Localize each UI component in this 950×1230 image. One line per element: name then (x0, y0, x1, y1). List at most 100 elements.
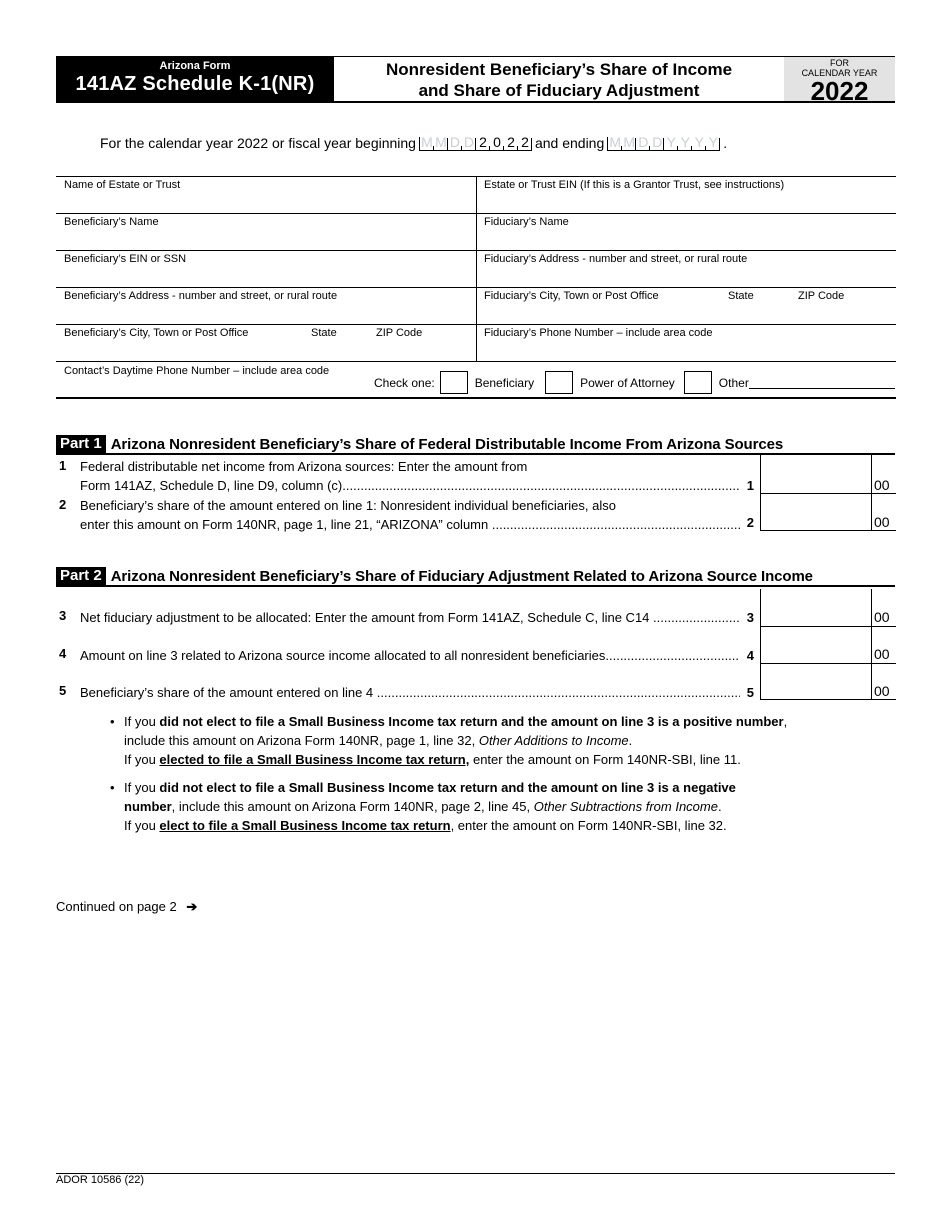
tax-year-block: FOR CALENDAR YEAR 2022 (784, 56, 895, 104)
field-label: Fiduciary’s Name (484, 216, 569, 228)
end-day-digit: D (652, 134, 665, 150)
end-year-digit: Y (706, 134, 721, 150)
field-label: Beneficiary’s Address - number and stree… (64, 290, 338, 302)
end-year-digit: Y (678, 134, 693, 150)
contact-type-checkgroup: Check one: Beneficiary Power of Attorney… (374, 371, 895, 394)
end-year-digit: Y (692, 134, 707, 150)
contact-phone-field[interactable]: Contact’s Daytime Phone Number – include… (56, 361, 896, 399)
line-5: 5 Beneficiary’s share of the amount ente… (56, 683, 760, 703)
line-number: 5 (59, 683, 67, 698)
line-text: Beneficiary’s share of the amount entere… (80, 685, 740, 700)
end-month-digit: M (609, 134, 623, 150)
field-label: Contact’s Daytime Phone Number – include… (64, 365, 330, 377)
bullet: • (110, 780, 115, 795)
field-label: Fiduciary’s City, Town or Post Office (484, 290, 659, 302)
other-option-label: Other (718, 375, 749, 390)
period-suffix: . (723, 135, 728, 151)
other-checkbox[interactable] (683, 371, 712, 394)
begin-date-field[interactable]: M M D D 2 0 2 2 (418, 134, 532, 151)
begin-year-digit: 2 (476, 134, 490, 150)
line-number: 1 (59, 458, 67, 473)
instruction-note-negative: • If you did not elect to file a Small B… (110, 780, 736, 833)
begin-month-digit: M (421, 134, 434, 150)
end-date-field[interactable]: M M D D Y Y Y Y (607, 134, 721, 151)
bullet: • (110, 714, 115, 729)
line-number: 4 (59, 646, 67, 661)
beneficiary-checkbox[interactable] (439, 371, 468, 394)
form-title: Nonresident Beneficiary’s Share of Incom… (334, 56, 784, 103)
begin-month-digit: M (435, 134, 448, 150)
line-4-amount[interactable]: 00 (760, 627, 896, 664)
for-label: FOR (830, 58, 849, 68)
beneficiary-address-field[interactable]: Beneficiary’s Address - number and stree… (56, 288, 476, 324)
estate-ein-field[interactable]: Estate or Trust EIN (If this is a Granto… (476, 177, 896, 213)
begin-day-digit: D (463, 134, 476, 150)
part2-tag: Part 2 (56, 567, 106, 585)
line-5-amount[interactable]: 00 (760, 664, 896, 700)
power-of-attorney-option-label: Power of Attorney (580, 375, 675, 390)
cents-label: 00 (874, 646, 890, 662)
line-text: Beneficiary’s share of the amount entere… (80, 498, 616, 513)
form-label: Arizona Form (159, 60, 231, 72)
part2-title: Arizona Nonresident Beneficiary’s Share … (110, 567, 813, 585)
beneficiary-option-label: Beneficiary (474, 375, 535, 390)
part1-heading: Part 1 Arizona Nonresident Beneficiary’s… (56, 435, 895, 455)
box-number: 1 (746, 478, 754, 493)
form-title-line2: and Share of Fiduciary Adjustment (418, 81, 700, 100)
line-text: Amount on line 3 related to Arizona sour… (80, 648, 740, 663)
beneficiary-ssn-field[interactable]: Beneficiary’s EIN or SSN (56, 251, 476, 287)
line-3-amount[interactable]: 00 (760, 589, 896, 627)
line-number: 2 (59, 497, 67, 512)
end-day-digit: D (638, 134, 651, 150)
line-text: Federal distributable net income from Ar… (80, 459, 528, 474)
tax-period-line: For the calendar year 2022 or fiscal yea… (100, 134, 728, 151)
line-1-amount[interactable]: 00 (760, 455, 896, 494)
footer-divider (56, 1173, 895, 1174)
beneficiary-city-field[interactable]: Beneficiary’s City, Town or Post Office … (56, 325, 476, 361)
begin-year-digit: 2 (518, 134, 532, 150)
form-id-block: Arizona Form 141AZ Schedule K-1(NR) (56, 56, 334, 103)
field-label: Beneficiary’s City, Town or Post Office (64, 327, 249, 339)
instruction-note-positive: • If you did not elect to file a Small B… (110, 714, 788, 767)
check-one-label: Check one: (374, 375, 435, 390)
fiduciary-name-field[interactable]: Fiduciary’s Name (476, 214, 896, 250)
box-number: 3 (746, 610, 754, 625)
state-label: State (311, 327, 337, 339)
power-of-attorney-checkbox[interactable] (545, 371, 574, 394)
line-1: 1 Federal distributable net income from … (56, 457, 760, 497)
part1-tag: Part 1 (56, 435, 106, 453)
end-year-digit: Y (664, 134, 679, 150)
period-middle: and ending (534, 135, 605, 151)
line-number: 3 (59, 608, 67, 623)
field-label: Fiduciary’s Address - number and street,… (484, 253, 748, 265)
line-2-amount[interactable]: 00 (760, 494, 896, 531)
form-title-line1: Nonresident Beneficiary’s Share of Incom… (385, 60, 733, 79)
begin-year-digit: 2 (504, 134, 518, 150)
entity-info-grid: Name of Estate or Trust Estate or Trust … (56, 176, 896, 399)
arrow-right-icon: ➔ (186, 899, 198, 914)
fiduciary-city-field[interactable]: Fiduciary’s City, Town or Post Office St… (476, 288, 896, 324)
other-specify-field[interactable] (748, 377, 895, 389)
continued-note: Continued on page 2 ➔ (56, 899, 197, 915)
beneficiary-name-field[interactable]: Beneficiary’s Name (56, 214, 476, 250)
fiduciary-address-field[interactable]: Fiduciary’s Address - number and street,… (476, 251, 896, 287)
box-number: 4 (746, 648, 754, 663)
field-label: Fiduciary’s Phone Number – include area … (484, 327, 713, 339)
line-4: 4 Amount on line 3 related to Arizona so… (56, 646, 760, 666)
line-text: Net fiduciary adjustment to be allocated… (80, 610, 740, 625)
line-text-cont: Form 141AZ, Schedule D, line D9, column … (80, 478, 740, 493)
cents-label: 00 (874, 609, 890, 625)
field-label: Beneficiary’s Name (64, 216, 159, 228)
end-month-digit: M (623, 134, 637, 150)
zip-label: ZIP Code (798, 290, 845, 302)
part2-heading: Part 2 Arizona Nonresident Beneficiary’s… (56, 567, 895, 587)
field-label: Name of Estate or Trust (64, 179, 181, 191)
begin-year-digit: 0 (490, 134, 504, 150)
box-number: 2 (746, 515, 754, 530)
field-label: Beneficiary’s EIN or SSN (64, 253, 187, 265)
continued-text: Continued on page 2 (56, 899, 177, 914)
fiduciary-phone-field[interactable]: Fiduciary’s Phone Number – include area … (476, 325, 896, 361)
form-name: 141AZ Schedule K-1(NR) (75, 73, 315, 95)
cents-label: 00 (874, 514, 890, 530)
estate-name-field[interactable]: Name of Estate or Trust (56, 177, 476, 213)
